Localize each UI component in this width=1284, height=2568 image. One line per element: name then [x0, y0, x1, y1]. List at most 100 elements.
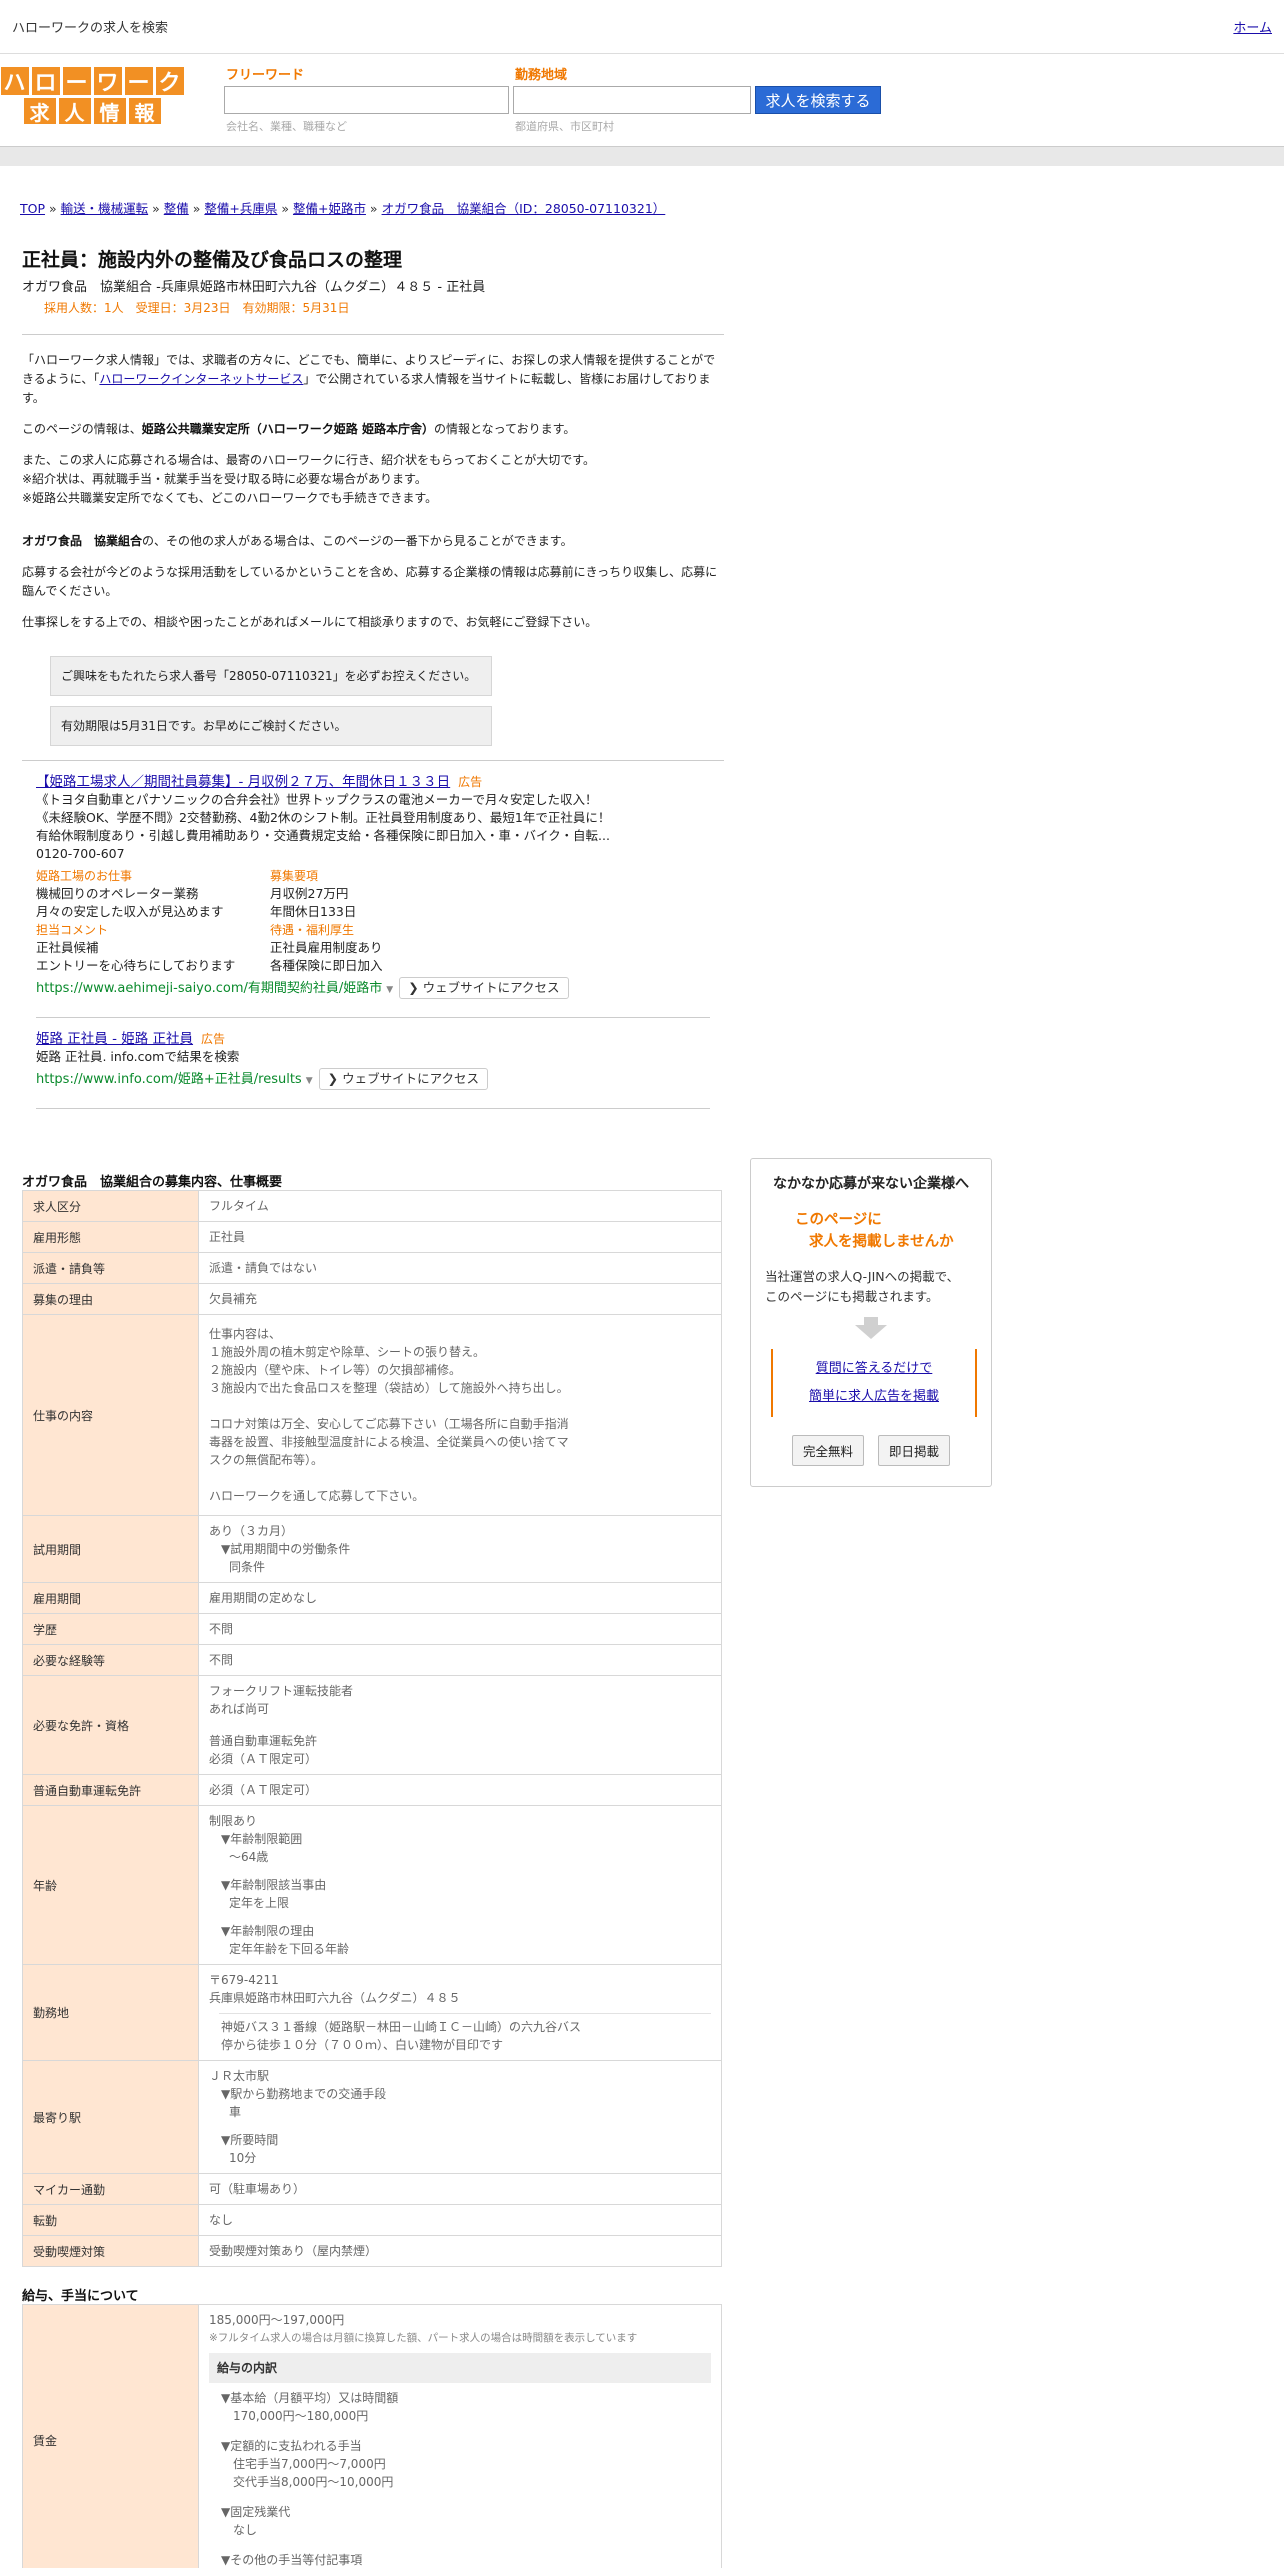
logo-char: 情	[92, 97, 127, 125]
chevron-down-icon[interactable]: ▼	[386, 985, 393, 995]
row-value: フルタイム	[198, 1190, 722, 1222]
panel-text-line: このページにも掲載されます。	[765, 1289, 939, 1304]
ad-1-text: 正社員雇用制度あり	[270, 940, 383, 955]
chevron-right-icon: ❯	[408, 980, 423, 995]
ad-1-grid: 担当コメント 正社員候補 エントリーを心待ちにしております 待遇・福利厚生 正社…	[36, 921, 724, 975]
ad-2-title[interactable]: 姫路 正社員 - 姫路 正社員	[36, 1031, 193, 1047]
row-value: フォークリフト運転技能者 あれば尚可 普通自動車運転免許 必須（ＡＴ限定可）	[198, 1675, 722, 1775]
intro-paragraph-6: 仕事探しをする上での、相談や困ったことがあればメールにて相談承りますので、お気軽…	[22, 615, 598, 629]
breadcrumb-separator: »	[277, 201, 293, 216]
breadcrumb-link[interactable]: TOP	[20, 201, 45, 216]
area-hint: 都道府県、市区町村	[515, 120, 614, 133]
ad-2-desc: 姫路 正社員. info.comで結果を検索	[36, 1049, 240, 1064]
ad-2-url[interactable]: https://www.info.com/姫路+正社員/results	[36, 1072, 302, 1087]
ad-1-sitelink[interactable]: 募集要項	[270, 867, 504, 885]
salary-item: ▼基本給（月額平均）又は時間額	[221, 2391, 399, 2405]
table-row: 雇用形態 正社員	[22, 1221, 722, 1253]
ad-1-text: 正社員候補	[36, 940, 99, 955]
ad-1-title[interactable]: 【姫路工場求人／期間社員募集】- 月収例２７万、年間休日１３３日	[36, 774, 450, 790]
value-line: ▼試用期間中の労働条件	[221, 1542, 351, 1556]
breadcrumb-link[interactable]: 輸送・機械運転	[61, 201, 149, 216]
breadcrumb-link[interactable]: 整備	[164, 201, 189, 216]
breadcrumb-link[interactable]: 整備+兵庫県	[204, 201, 277, 216]
divider	[22, 334, 724, 335]
row-value: 185,000円〜197,000円 ※フルタイム求人の場合は月額に換算した額、パ…	[198, 2304, 722, 2568]
table-row: 年齢 制限あり ▼年齢制限範囲 〜64歳 ▼年齢制限該当事由 定年を上限 ▼年齢制限の理由定…	[22, 1805, 722, 1965]
table-row: 学歴 不問	[22, 1613, 722, 1645]
intro-text: の、その他の求人がある場合は、このページの一番下から見ることができます。	[142, 534, 573, 548]
row-header: 必要な免許・資格	[22, 1675, 199, 1775]
value-line: 雇用期間の定めなし	[209, 1591, 318, 1605]
top-bar: ハローワークの求人を検索 ホーム	[0, 0, 1284, 54]
main-content: 正社員：施設内外の整備及び食品ロスの整理 オガワ食品 協業組合 -兵庫県姫路市林…	[0, 245, 724, 2568]
chevron-down-icon[interactable]: ▼	[306, 1076, 313, 1086]
value-line: ２施設内（壁や床、トイレ等）の欠損部補修。	[209, 1363, 462, 1377]
value-line: 必須（ＡＴ限定可）	[209, 1752, 318, 1766]
ad-block-2: 姫路 正社員 - 姫路 正社員 広告 姫路 正社員. info.comで結果を検索…	[36, 1030, 724, 1090]
row-header: 転勤	[22, 2204, 199, 2236]
site-logo[interactable]: ハローワーク 求人情報	[0, 66, 185, 125]
ad-1-sitelink[interactable]: 担当コメント	[36, 921, 270, 939]
home-link[interactable]: ホーム	[1233, 17, 1272, 36]
details-title: オガワ食品 協業組合の募集内容、仕事概要	[22, 1175, 283, 1190]
logo-char: ロ	[30, 66, 61, 96]
panel-link-questions[interactable]: 質問に答えるだけで	[816, 1361, 933, 1376]
ad-1-text: 月収例27万円	[270, 886, 349, 901]
value-line: 兵庫県姫路市林田町六九谷（ムクダニ）４８５	[209, 1991, 461, 2005]
breadcrumb-separator: »	[365, 201, 382, 216]
breadcrumb-link[interactable]: 整備+姫路市	[293, 201, 366, 216]
ad-1-phone[interactable]: 0120-700-607	[36, 845, 724, 863]
row-value: なし	[198, 2204, 722, 2236]
job-subtitle: オガワ食品 協業組合 -兵庫県姫路市林田町六九谷（ムクダニ）４８５ - 正社員	[22, 280, 486, 295]
row-value: 仕事内容は、 １施設外周の植木剪定や除草、シートの張り替え。 ２施設内（壁や床、トイ…	[198, 1314, 722, 1516]
freeword-input[interactable]	[224, 86, 509, 114]
ad-1-visit-button[interactable]: ❯ ウェブサイトにアクセス	[399, 977, 569, 999]
free-badge-button[interactable]: 完全無料	[791, 1435, 864, 1466]
logo-char: 求	[22, 97, 57, 125]
salary-title: 給与、手当について	[22, 2289, 139, 2304]
row-header: 普通自動車運転免許	[22, 1774, 199, 1806]
logo-char: ク	[154, 66, 185, 96]
office-name: 姫路公共職業安定所（ハローワーク姫路 姫路本庁舎）	[141, 422, 434, 436]
table-row: 受動喫煙対策 受動喫煙対策あり（屋内禁煙）	[22, 2235, 722, 2267]
row-value: 欠員補充	[198, 1283, 722, 1315]
panel-link-post-ad[interactable]: 簡単に求人広告を掲載	[809, 1389, 939, 1404]
search-button[interactable]: 求人を検索する	[755, 86, 881, 114]
ad-1-sitelink[interactable]: 待遇・福利厚生	[270, 921, 504, 939]
hellowork-service-link[interactable]: ハローワークインターネットサービス	[99, 372, 303, 386]
value-line: 欠員補充	[209, 1292, 258, 1306]
breadcrumb-link[interactable]: オガワ食品 協業組合（ID：28050-07110321）	[382, 201, 666, 216]
company-name: オガワ食品 協業組合	[22, 534, 143, 548]
area-input[interactable]	[513, 86, 751, 114]
ad-1-line: 有給休暇制度あり・引越し費用補助あり・交通費規定支給・各種保険に即日加入・車・バ…	[36, 828, 610, 843]
row-value: 受動喫煙対策あり（屋内禁煙）	[198, 2235, 722, 2267]
row-header: 雇用形態	[22, 1221, 199, 1253]
salary-item: 住宅手当7,000円〜7,000円	[233, 2457, 386, 2471]
table-row: 必要な経験等 不問	[22, 1644, 722, 1676]
ad-1-sitelink[interactable]: 姫路工場のお仕事	[36, 867, 270, 885]
table-row: 賃金 185,000円〜197,000円 ※フルタイム求人の場合は月額に換算した…	[22, 2304, 722, 2568]
expiry-note: 有効期限は5月31日です。お早めにご検討ください。	[50, 706, 492, 746]
ad-1-url[interactable]: https://www.aehimeji-saiyo.com/有期間契約社員/姫…	[36, 981, 382, 996]
table-row: 勤務地 〒679-4211 兵庫県姫路市林田町六九谷（ムクダニ）４８５ 神姫バス３１番…	[22, 1964, 722, 2061]
value-line: 派遣・請負ではない	[209, 1261, 318, 1275]
logo-char: ワ	[92, 66, 123, 96]
intro-text: の情報となっております。	[433, 422, 576, 436]
panel-links: 質問に答えるだけで 簡単に求人広告を掲載	[771, 1349, 977, 1417]
value-line: 定年を上限	[229, 1896, 290, 1910]
panel-headline-line: このページに	[795, 1212, 882, 1228]
salary-note: ※フルタイム求人の場合は月額に換算した額、パート求人の場合は時間額を表示していま…	[209, 2332, 638, 2344]
value-line: 〜64歳	[229, 1850, 269, 1864]
value-line: フルタイム	[209, 1199, 269, 1213]
arrow-down-icon	[855, 1325, 887, 1339]
panel-text: 当社運営の求人Q-JINへの掲載で、 このページにも掲載されます。	[761, 1267, 981, 1307]
same-day-badge-button[interactable]: 即日掲載	[878, 1435, 951, 1466]
intro-paragraph-4: オガワ食品 協業組合の、その他の求人がある場合は、このページの一番下から見ること…	[22, 532, 724, 551]
visit-label: ウェブサイトにアクセス	[422, 980, 560, 995]
row-header: 募集の理由	[22, 1283, 199, 1315]
logo-char: ー	[123, 66, 154, 96]
value-line: １施設外周の植木剪定や除草、シートの張り替え。	[209, 1345, 486, 1359]
job-title: 正社員：施設内外の整備及び食品ロスの整理	[22, 249, 403, 271]
ad-2-visit-button[interactable]: ❯ ウェブサイトにアクセス	[318, 1068, 488, 1090]
intro-paragraph-5: 応募する会社が今どのような採用活動をしているかということを含め、応募する企業様の…	[22, 565, 718, 598]
